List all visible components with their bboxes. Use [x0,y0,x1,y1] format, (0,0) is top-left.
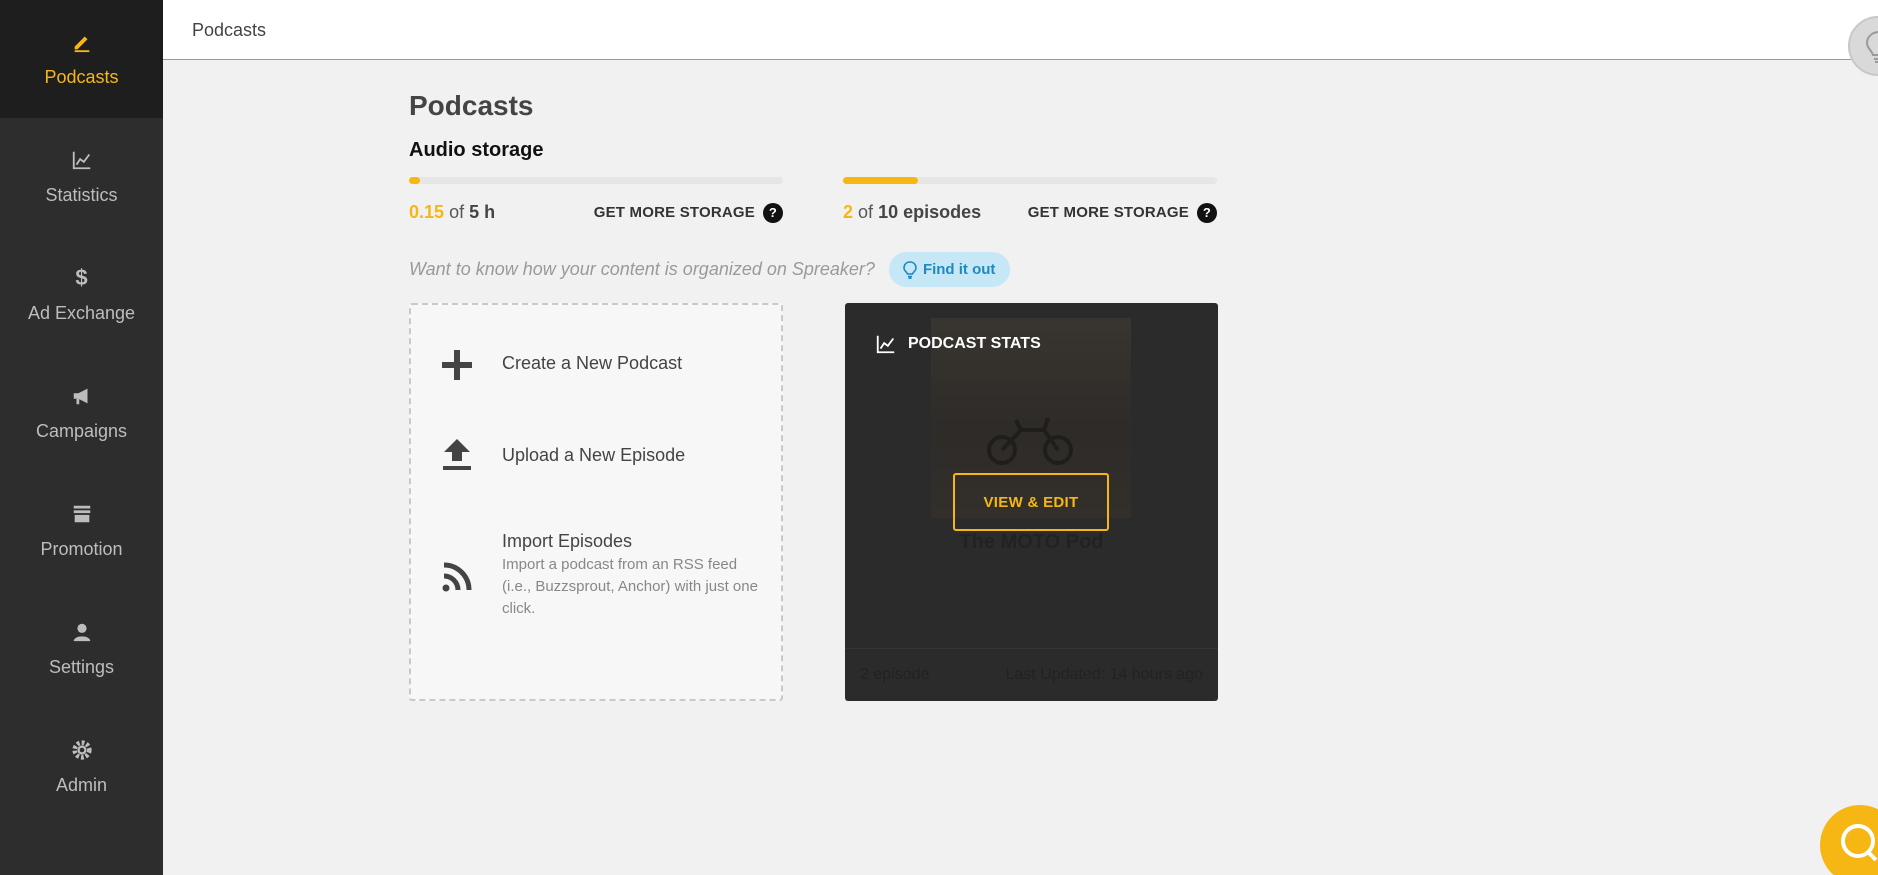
sidebar-item-promotion[interactable]: Promotion [0,472,163,590]
sidebar-item-label: Ad Exchange [27,302,136,323]
find-it-out-button[interactable]: Find it out [888,252,1011,287]
episodes-usage: 2 of 10 episodes [843,202,981,223]
of-text: of [858,202,874,222]
upload-episode-label: Upload a New Episode [502,445,686,465]
sidebar-item-label: Podcasts [44,66,119,87]
sidebar-item-campaigns[interactable]: Campaigns [0,354,163,472]
plus-icon [441,349,473,381]
sidebar-item-podcasts[interactable]: Podcasts [0,0,163,118]
episode-count: 2 episode [860,666,930,683]
podcast-stats-label: PODCAST STATS [908,335,1041,352]
top-bar: Podcasts [163,0,1878,76]
lightbulb-icon [903,260,917,279]
podcast-name: The MOTO Pod [959,531,1104,553]
breadcrumb: Podcasts [192,20,267,40]
episodes-total-value: 10 episodes [878,202,982,222]
episodes-meter: 2 of 10 episodes GET MORE STORAGE ? [843,177,1217,223]
find-it-out-label: Find it out [922,261,996,278]
sidebar-item-admin[interactable]: Admin [0,708,163,826]
help-icon[interactable]: ? [763,202,783,223]
sidebar-item-label: Promotion [40,538,123,559]
import-episodes-action[interactable]: Import Episodes Import a podcast from an… [441,531,762,620]
sidebar-item-ad-exchange[interactable]: $ Ad Exchange [0,236,163,354]
organization-hint: Want to know how your content is organiz… [409,252,1011,287]
get-more-storage-label: GET MORE STORAGE [1027,204,1189,221]
view-edit-button[interactable]: VIEW & EDIT [953,473,1109,531]
create-podcast-action[interactable]: Create a New Podcast [441,349,682,381]
import-episodes-description: Import a podcast from an RSS feed (i.e.,… [502,556,758,617]
sidebar: Podcasts Statistics $ Ad Exchange Campai… [0,0,163,875]
sidebar-item-label: Settings [48,656,115,677]
import-episodes-title: Import Episodes [502,531,633,551]
get-more-storage-label: GET MORE STORAGE [593,204,755,221]
page-title: Podcasts [409,90,534,121]
sidebar-item-label: Admin [55,774,108,795]
episodes-progress-fill [843,177,918,184]
upload-episode-action[interactable]: Upload a New Episode [441,439,685,471]
sidebar-item-label: Statistics [45,184,118,205]
sidebar-item-label: Campaigns [35,420,128,441]
get-more-storage-link[interactable]: GET MORE STORAGE ? [1027,202,1217,223]
search-icon [1841,824,1878,862]
create-podcast-label: Create a New Podcast [502,353,683,373]
episodes-progress-track [843,177,1217,184]
podcast-stats-link[interactable]: PODCAST STATS [875,333,1041,355]
rss-icon [441,561,473,593]
audio-progress-track [409,177,783,184]
episodes-used-value: 2 [843,202,854,222]
audio-used-value: 0.15 [409,202,445,222]
podcast-card[interactable]: PODCAST STATS VIEW & EDIT The MOTO Pod 2… [845,303,1218,701]
audio-storage-usage: 0.15 of 5 h [409,202,495,223]
upload-icon [441,439,473,471]
tips-button[interactable] [1848,16,1878,76]
help-chat-button[interactable] [1820,805,1878,875]
gear-icon [71,739,93,761]
megaphone-icon [71,385,93,407]
store-icon [71,503,93,525]
sidebar-item-settings[interactable]: Settings [0,590,163,708]
pencil-icon [71,31,93,53]
sidebar-item-statistics[interactable]: Statistics [0,118,163,236]
import-text: Import Episodes Import a podcast from an… [502,531,762,620]
help-icon[interactable]: ? [1197,202,1217,223]
audio-total-value: 5 h [469,202,496,222]
motorcycle-image [987,417,1073,465]
storage-title: Audio storage [409,139,544,161]
chart-icon [71,149,93,171]
get-more-storage-link[interactable]: GET MORE STORAGE ? [593,202,783,223]
chart-icon [876,335,895,354]
lightbulb-icon [1865,31,1878,63]
audio-progress-fill [409,177,421,184]
podcast-card-footer: 2 episode Last Updated: 14 hours ago [845,648,1218,701]
dollar-icon: $ [75,264,88,290]
create-panel: Create a New Podcast Upload a New Episod… [409,303,783,701]
hint-text: Want to know how your content is organiz… [409,259,875,279]
last-updated: Last Updated: 14 hours ago [1005,666,1203,683]
of-text: of [449,202,465,222]
audio-storage-meter: 0.15 of 5 h GET MORE STORAGE ? [409,177,783,223]
user-icon [71,621,93,643]
